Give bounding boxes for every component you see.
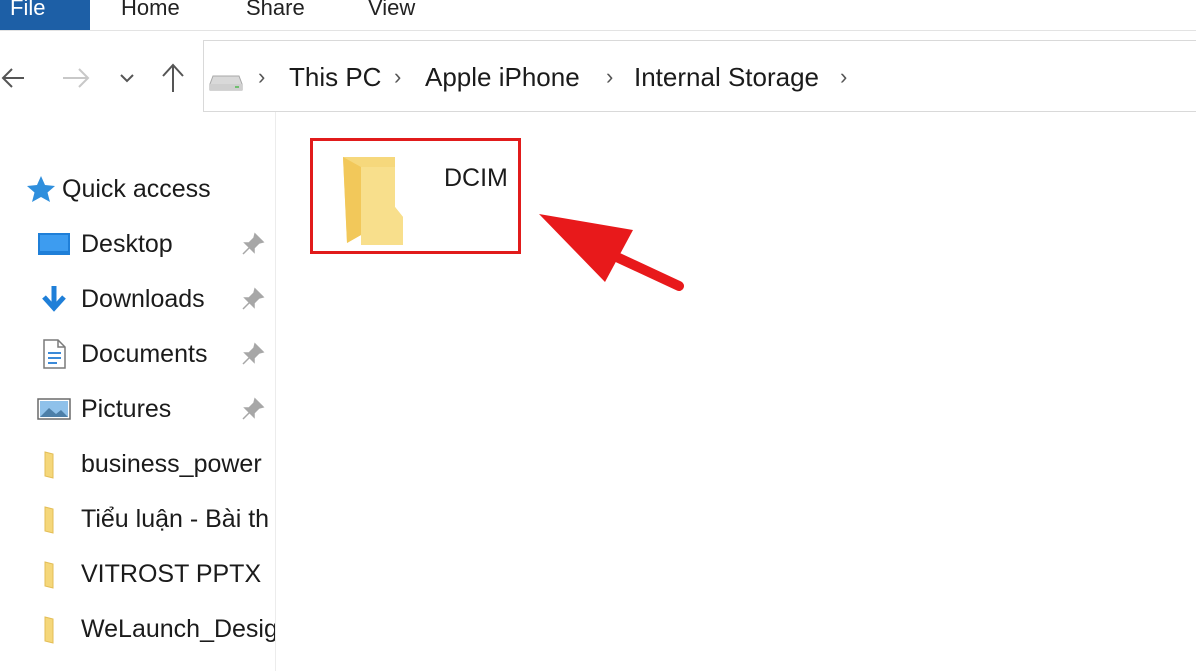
up-button[interactable] [158,58,188,98]
tab-share[interactable]: Share [246,0,305,22]
download-icon [42,286,66,312]
back-button[interactable] [0,58,26,98]
breadcrumb-chevron-icon[interactable]: › [606,62,613,92]
pin-icon [242,397,265,420]
desktop-icon [38,233,70,255]
folder-dcim[interactable]: DCIM [310,138,521,254]
folder-icon [44,616,54,644]
sidebar-item-documents[interactable]: Documents [0,331,276,377]
breadcrumb-chevron-icon[interactable]: › [840,62,847,92]
folder-name: DCIM [444,164,508,192]
breadcrumb-internal-storage[interactable]: Internal Storage [634,62,819,92]
forward-button[interactable] [60,58,92,98]
tab-view[interactable]: View [368,0,415,22]
sidebar-item-quick-access[interactable]: Quick access [0,166,276,212]
star-icon [27,176,55,202]
arrow-right-icon [63,68,90,88]
breadcrumb-chevron-icon[interactable]: › [258,62,265,92]
arrow-up-icon [162,63,184,92]
sidebar-item-label: VITROST PPTX [81,560,262,588]
chevron-down-icon [120,74,134,83]
sidebar-item-tieu-luan[interactable]: Tiểu luận - Bài th [0,496,276,542]
breadcrumb-this-pc[interactable]: This PC [289,62,381,92]
breadcrumb-apple-iphone[interactable]: Apple iPhone [425,62,580,92]
tab-file[interactable]: File [0,0,90,30]
recent-locations-button[interactable] [116,58,138,98]
folder-icon [343,157,403,245]
sidebar-item-label: Tiểu luận - Bài th [81,505,270,533]
sidebar-item-desktop[interactable]: Desktop [0,221,276,267]
pin-icon [242,342,265,365]
navigation-pane: Quick access Desktop Downloads Documents [0,112,276,671]
sidebar-item-downloads[interactable]: Downloads [0,276,276,322]
sidebar-item-label: Quick access [62,175,211,203]
pictures-icon [37,398,71,420]
red-arrow-icon [539,214,684,291]
sidebar-item-pictures[interactable]: Pictures [0,386,276,432]
sidebar-item-label: business_power [81,450,262,478]
folder-icon [44,561,54,589]
pin-icon [242,232,265,255]
sidebar-item-label: WeLaunch_Desig [81,615,275,643]
ribbon: File Home Share View [0,0,1196,31]
sidebar-item-welaunch-design[interactable]: WeLaunch_Desig [0,606,276,652]
drive-icon [207,74,243,97]
folder-icon [44,451,54,479]
folder-icon [44,506,54,534]
sidebar-item-business-power[interactable]: business_power [0,441,276,487]
document-icon [43,339,66,369]
pin-icon [242,287,265,310]
arrow-left-icon [1,68,24,88]
breadcrumb-chevron-icon[interactable]: › [394,62,401,92]
tab-home[interactable]: Home [121,0,180,22]
sidebar-item-vitrost-pptx[interactable]: VITROST PPTX [0,551,276,597]
